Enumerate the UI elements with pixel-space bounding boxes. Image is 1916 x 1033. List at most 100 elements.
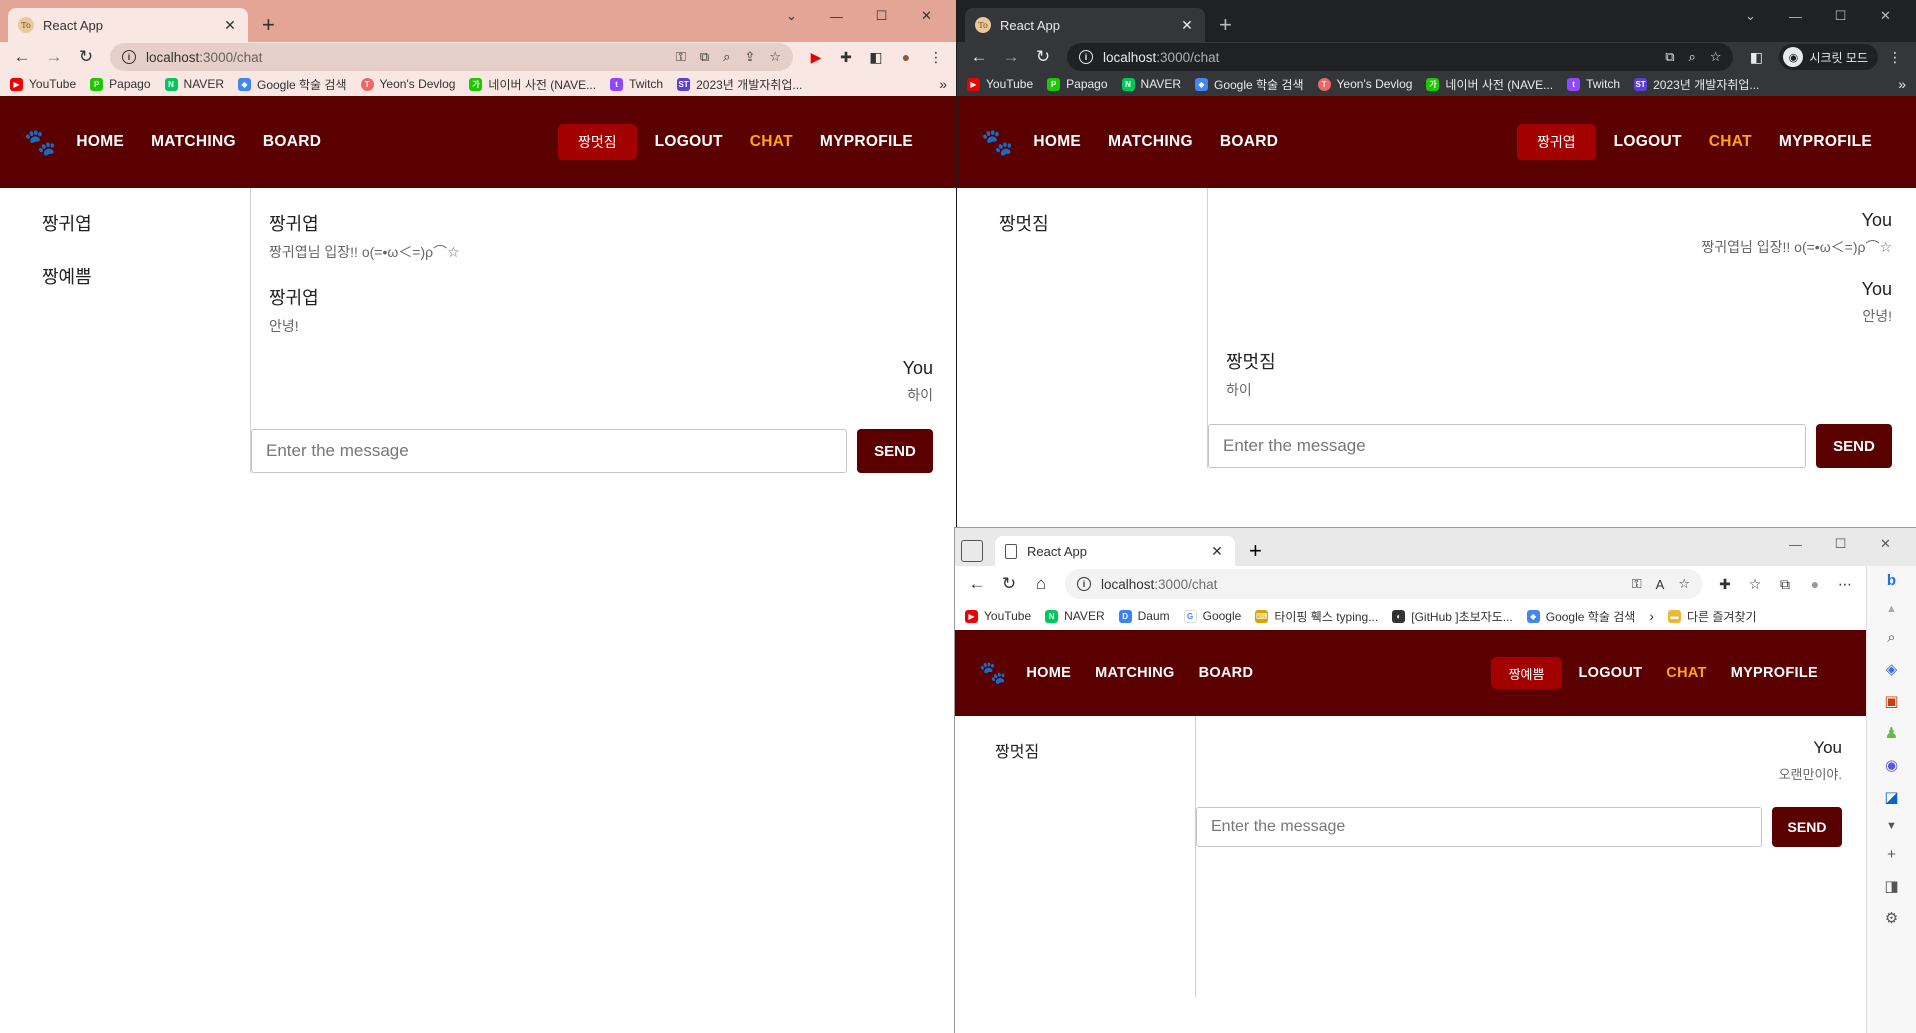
side-panel-icon[interactable]: ◧ [1743,49,1769,66]
tab-search-icon[interactable]: ⌄ [769,2,814,30]
nav-myprofile[interactable]: MYPROFILE [820,133,913,151]
nav-home[interactable]: HOME [1026,665,1071,681]
bookmark-item[interactable]: ◆ Google 학술 검색 [1194,76,1304,93]
bookmark-item[interactable]: P Papago [1047,77,1108,91]
games-icon[interactable]: ♟ [1885,724,1898,742]
site-info-icon[interactable]: i [1077,577,1091,591]
bookmark-item[interactable]: ▶ YouTube [967,77,1033,91]
site-info-icon[interactable]: i [122,50,136,64]
sidebar-toggle-icon[interactable]: ◨ [1884,877,1898,895]
address-bar[interactable]: i localhost:3000/chat ⚿ A ☆ [1065,569,1702,599]
extensions-icon[interactable]: ✚ [1712,576,1738,593]
nav-chat[interactable]: CHAT [750,133,793,151]
bookmark-item[interactable]: t Twitch [1567,77,1620,91]
incognito-badge[interactable]: ◉ 시크릿 모드 [1779,44,1878,70]
add-favorite-icon[interactable]: ☆ [1678,576,1690,592]
nav-chat[interactable]: CHAT [1709,133,1752,151]
browser-tab[interactable]: React App ✕ [995,536,1235,566]
bookmark-item[interactable]: ▶ YouTube [10,77,76,91]
more-bookmarks-icon[interactable]: » [939,76,947,92]
message-input[interactable] [1208,424,1806,468]
read-aloud-icon[interactable]: A [1656,577,1665,592]
nav-home[interactable]: HOME [76,133,124,151]
back-icon[interactable]: ← [965,43,993,71]
zoom-icon[interactable]: ⌕ [723,49,730,65]
site-info-icon[interactable]: i [1079,50,1093,64]
bookmark-item[interactable]: P Papago [90,77,151,91]
youtube-ext-icon[interactable]: ▶ [803,49,829,66]
forward-icon[interactable]: → [997,43,1025,71]
other-favorites[interactable]: ▬ 다른 즐겨찾기 [1667,608,1757,625]
nav-home[interactable]: HOME [1033,133,1081,151]
close-window-icon[interactable]: ✕ [904,2,949,30]
browser-tab[interactable]: To React App ✕ [8,8,248,42]
room-item[interactable]: 짱멋짐 [955,738,1195,791]
tab-actions-icon[interactable] [961,540,983,562]
nav-logout[interactable]: LOGOUT [655,133,723,151]
maximize-icon[interactable]: ☐ [1818,530,1863,558]
bookmark-item[interactable]: N NAVER [1121,77,1181,91]
message-input[interactable] [251,429,847,473]
minimize-icon[interactable]: — [814,2,859,30]
side-panel-icon[interactable]: ◧ [863,49,889,66]
message-input[interactable] [1196,807,1762,847]
new-tab-icon[interactable]: + [1219,8,1232,42]
close-window-icon[interactable]: ✕ [1863,2,1908,30]
nav-chat[interactable]: CHAT [1666,665,1706,681]
nickname-button[interactable]: 짱귀엽 [1517,124,1596,160]
translate-icon[interactable]: ⧉ [700,49,709,65]
tab-close-icon[interactable]: ✕ [1179,17,1195,34]
extensions-icon[interactable]: ✚ [833,49,859,66]
nickname-button[interactable]: 짱멋짐 [558,124,637,160]
back-icon[interactable]: ← [8,43,36,71]
nav-board[interactable]: BOARD [1220,133,1278,151]
favorites-icon[interactable]: ☆ [1742,576,1768,593]
room-item[interactable]: 짱멋짐 [957,210,1207,263]
paw-icon[interactable]: 🐾 [24,127,56,158]
reload-icon[interactable]: ↻ [1029,43,1057,71]
bookmark-item[interactable]: ST 2023년 개발자취업... [677,76,802,93]
send-button[interactable]: SEND [857,429,933,473]
reload-icon[interactable]: ↻ [72,43,100,71]
minimize-icon[interactable]: — [1773,530,1818,558]
menu-icon[interactable]: ⋮ [923,49,949,66]
new-tab-icon[interactable]: + [262,8,275,42]
back-icon[interactable]: ← [963,570,991,598]
bookmark-item[interactable]: ◐ [GitHub ]초보자도... [1392,608,1513,625]
bookmark-item[interactable]: T Yeon's Devlog [360,77,455,91]
search-icon[interactable]: ⌕ [1887,629,1895,646]
nav-myprofile[interactable]: MYPROFILE [1779,133,1872,151]
profile-avatar-icon[interactable]: ● [893,49,919,65]
bookmark-item[interactable]: 가 네이버 사전 (NAVE... [469,76,596,93]
paw-icon[interactable]: 🐾 [979,660,1006,686]
nav-matching[interactable]: MATCHING [1095,665,1174,681]
key-icon[interactable]: ⚿ [1632,576,1642,592]
bookmark-item[interactable]: ST 2023년 개발자취업... [1634,76,1759,93]
nav-board[interactable]: BOARD [263,133,321,151]
menu-icon[interactable]: ⋮ [1882,49,1908,66]
send-button[interactable]: SEND [1816,424,1892,468]
bookmark-item[interactable]: ⌨ 타이핑 훽스 typing... [1255,608,1378,625]
share-icon[interactable]: ⇪ [744,49,755,65]
tools-icon[interactable]: ▣ [1884,692,1898,710]
bookmark-item[interactable]: N NAVER [164,77,224,91]
bookmark-star-icon[interactable]: ☆ [769,49,781,65]
send-button[interactable]: SEND [1772,807,1842,847]
translate-icon[interactable]: ⧉ [1665,49,1674,65]
chevron-down-icon[interactable]: ▼ [1886,820,1897,832]
bookmark-item[interactable]: ▶ YouTube [965,609,1031,623]
nav-matching[interactable]: MATCHING [1108,133,1193,151]
address-bar[interactable]: i localhost:3000/chat ⚿ ⧉ ⌕ ⇪ ☆ [110,43,793,71]
bookmark-item[interactable]: T Yeon's Devlog [1317,77,1412,91]
chevron-up-icon[interactable]: ▲ [1886,603,1897,615]
collections-icon[interactable]: ⧉ [1772,576,1798,593]
maximize-icon[interactable]: ☐ [1818,2,1863,30]
minimize-icon[interactable]: — [1773,2,1818,30]
profile-avatar-icon[interactable]: ● [1802,576,1828,592]
bing-icon[interactable]: b [1887,572,1896,589]
zoom-icon[interactable]: ⌕ [1689,49,1696,65]
tab-search-icon[interactable]: ⌄ [1728,2,1773,30]
address-bar[interactable]: i localhost:3000/chat ⧉ ⌕ ☆ [1067,43,1734,71]
close-window-icon[interactable]: ✕ [1863,530,1908,558]
outlook-icon[interactable]: ◪ [1884,788,1898,806]
